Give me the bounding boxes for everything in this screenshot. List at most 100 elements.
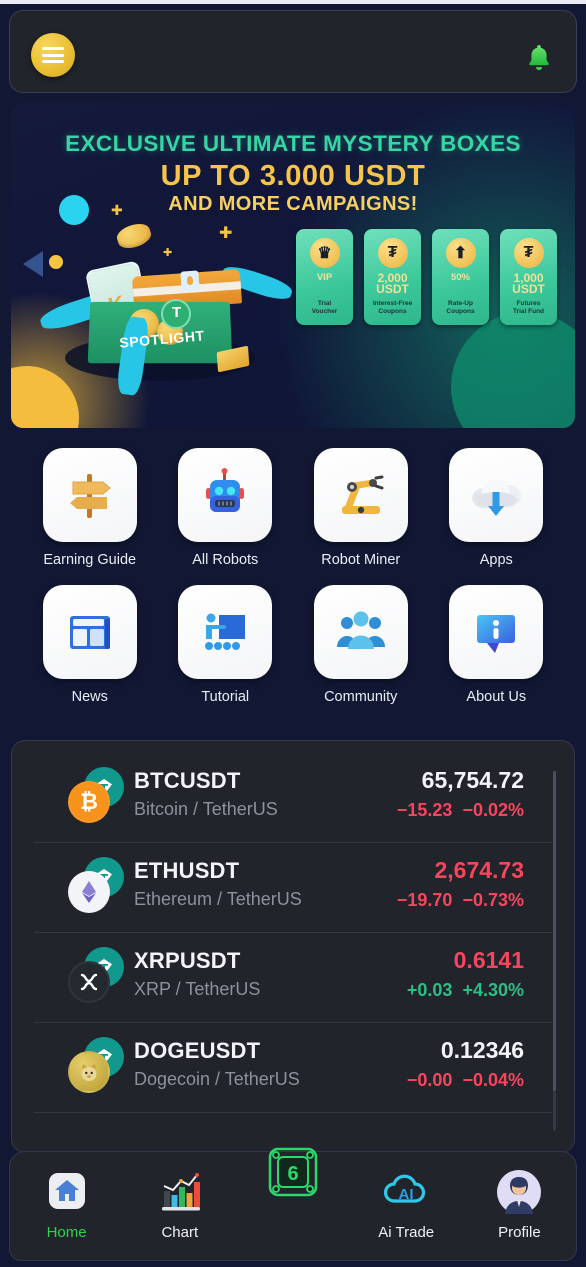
nav-label: Ai Trade: [378, 1224, 435, 1241]
nav-item-ai-trade[interactable]: AI Ai Trade: [350, 1166, 463, 1241]
grid-item-robot-miner[interactable]: Robot Miner: [293, 448, 429, 568]
ticker-change: −0.00 −0.04%: [407, 1070, 524, 1091]
ticker-symbol: DOGEUSDT: [134, 1038, 261, 1063]
ticker-symbol: ETHUSDT: [134, 858, 240, 883]
grid-item-label: News: [71, 689, 108, 705]
grid-item-label: Tutorial: [201, 689, 250, 705]
grid-item-tutorial[interactable]: Tutorial: [158, 585, 294, 705]
voucher-desc: Futures Trial Fund: [512, 300, 545, 315]
hamburger-menu-icon[interactable]: [31, 33, 75, 77]
voucher-card[interactable]: ♛ VIP Trial Voucher: [296, 229, 353, 325]
grid-item-all-robots[interactable]: All Robots: [158, 448, 294, 568]
ticker-change-abs: +0.03: [406, 980, 453, 1000]
grid-item-earning-guide[interactable]: Earning Guide: [22, 448, 158, 568]
floating-coin-icon: [114, 220, 154, 252]
grid-item-news[interactable]: News: [22, 585, 158, 705]
nav-label: Chart: [161, 1224, 199, 1241]
market-ticker-card: ₿ BTCUSDT Bitcoin / TetherUS 65,754.72 −…: [11, 740, 575, 1153]
grid-item-apps[interactable]: Apps: [429, 448, 565, 568]
ticker-change-pct: −0.02%: [462, 800, 524, 820]
ticker-names: XRP / TetherUS: [134, 979, 261, 999]
voucher-card[interactable]: ₮ 1,000 USDT Futures Trial Fund: [500, 229, 557, 325]
ticker-symbol: XRPUSDT: [134, 948, 241, 973]
coin-symbol-badge: [68, 871, 110, 913]
nav-item-profile[interactable]: Profile: [463, 1166, 576, 1241]
info-bubble-icon: [449, 585, 544, 679]
status-bar-strip: [0, 0, 586, 4]
ticker-change: −15.23 −0.02%: [397, 800, 524, 821]
voucher-amount: VIP: [316, 272, 333, 283]
app-header: [9, 10, 577, 93]
menu-bar-3: [42, 60, 64, 63]
cpu-chip-icon: 6: [261, 1140, 325, 1209]
bar-chart-icon: [154, 1166, 206, 1218]
banner-sparkle-icon: ✚: [163, 247, 173, 259]
tether-coin-icon: ₮: [513, 238, 544, 268]
ticker-change-abs: −0.00: [406, 1070, 453, 1090]
banner-blue-triangle: [23, 251, 43, 277]
voucher-desc: Interest-Free Coupons: [372, 300, 413, 315]
cloud-download-icon: [449, 448, 544, 542]
table-row[interactable]: XRPUSDT XRP / TetherUS 0.6141 +0.03 +4.3…: [34, 933, 552, 1023]
ethereum-icon: [68, 857, 124, 913]
app-shortcut-grid: Earning Guide All Robots Robot Miner App…: [22, 448, 564, 705]
nav-item-chart[interactable]: Chart: [123, 1166, 236, 1241]
grid-item-label: Robot Miner: [321, 552, 401, 568]
grid-item-label: Earning Guide: [43, 552, 137, 568]
ticker-symbol: BTCUSDT: [134, 768, 241, 793]
ticker-change: +0.03 +4.30%: [407, 980, 524, 1001]
user-avatar-icon: [493, 1166, 545, 1218]
banner-amount: UP TO 3.000 USDT: [160, 160, 426, 192]
voucher-amount: 1,000 USDT: [512, 271, 545, 296]
ticker-change-pct: +4.30%: [462, 980, 524, 1000]
table-row[interactable]: DOGEUSDT Dogecoin / TetherUS 0.12346 −0.…: [34, 1023, 552, 1113]
grid-item-label: About Us: [466, 689, 527, 705]
nav-item-ai-chip[interactable]: 6: [236, 1140, 349, 1209]
xrp-icon: [68, 947, 124, 1003]
voucher-desc: Rate-Up Coupons: [446, 300, 475, 315]
ticker-price: 0.12346: [440, 1037, 524, 1063]
grid-item-label: Apps: [479, 552, 513, 568]
notification-bell-icon[interactable]: [522, 41, 556, 75]
menu-bar-2: [42, 53, 64, 57]
cloud-ai-icon: AI: [380, 1166, 432, 1218]
nav-item-home[interactable]: Home: [10, 1166, 123, 1241]
ticker-change-pct: −0.73%: [462, 890, 524, 910]
banner-yellow-blob: [11, 366, 79, 428]
table-row[interactable]: ETHUSDT Ethereum / TetherUS 2,674.73 −19…: [34, 843, 552, 933]
menu-bar-1: [42, 47, 64, 50]
lock-icon: [180, 270, 200, 292]
ticker-change: −19.70 −0.73%: [397, 890, 524, 911]
bottom-navigation-bar: Home Chart 6 AI Ai Trade Profile: [9, 1147, 577, 1261]
arrow-up-coin-icon: ⬆: [445, 238, 476, 268]
chip-glyph: 6: [287, 1163, 298, 1185]
newspaper-icon: [42, 585, 137, 679]
robot-icon: [178, 448, 273, 542]
grid-item-about-us[interactable]: About Us: [429, 585, 565, 705]
grid-item-label: Community: [324, 689, 398, 705]
ticker-names: Ethereum / TetherUS: [134, 889, 302, 909]
tether-coin-icon: [161, 299, 191, 329]
ticker-names: Bitcoin / TetherUS: [134, 799, 278, 819]
nav-label: Profile: [498, 1224, 541, 1241]
signpost-icon: [42, 448, 137, 542]
ticker-scrollbar-thumb[interactable]: [553, 771, 556, 1091]
ticker-price: 2,674.73: [434, 857, 524, 883]
ticker-price: 0.6141: [453, 947, 524, 973]
svg-text:AI: AI: [399, 1186, 414, 1203]
nav-label: Home: [46, 1224, 87, 1241]
banner-title: EXCLUSIVE ULTIMATE MYSTERY BOXES: [65, 131, 521, 156]
grid-item-community[interactable]: Community: [293, 585, 429, 705]
coin-symbol-badge: [68, 1051, 110, 1093]
voucher-card[interactable]: ₮ 2,000 USDT Interest-Free Coupons: [364, 229, 421, 325]
ticker-scrollbar[interactable]: [553, 771, 556, 1131]
mobile-app-screen: ✚ ✚ ✚ EXCLUSIVE ULTIMATE MYSTERY BOXES U…: [0, 0, 586, 1267]
dogecoin-icon: [68, 1037, 124, 1093]
table-row[interactable]: ₿ BTCUSDT Bitcoin / TetherUS 65,754.72 −…: [34, 753, 552, 843]
voucher-card[interactable]: ⬆ 50% Rate-Up Coupons: [432, 229, 489, 325]
banner-more-text: AND MORE CAMPAIGNS!: [168, 193, 418, 215]
promo-banner[interactable]: ✚ ✚ ✚ EXCLUSIVE ULTIMATE MYSTERY BOXES U…: [11, 103, 575, 428]
voucher-amount: 2,000 USDT: [376, 271, 409, 296]
ticker-change-pct: −0.04%: [462, 1070, 524, 1090]
ticker-price: 65,754.72: [421, 767, 524, 793]
